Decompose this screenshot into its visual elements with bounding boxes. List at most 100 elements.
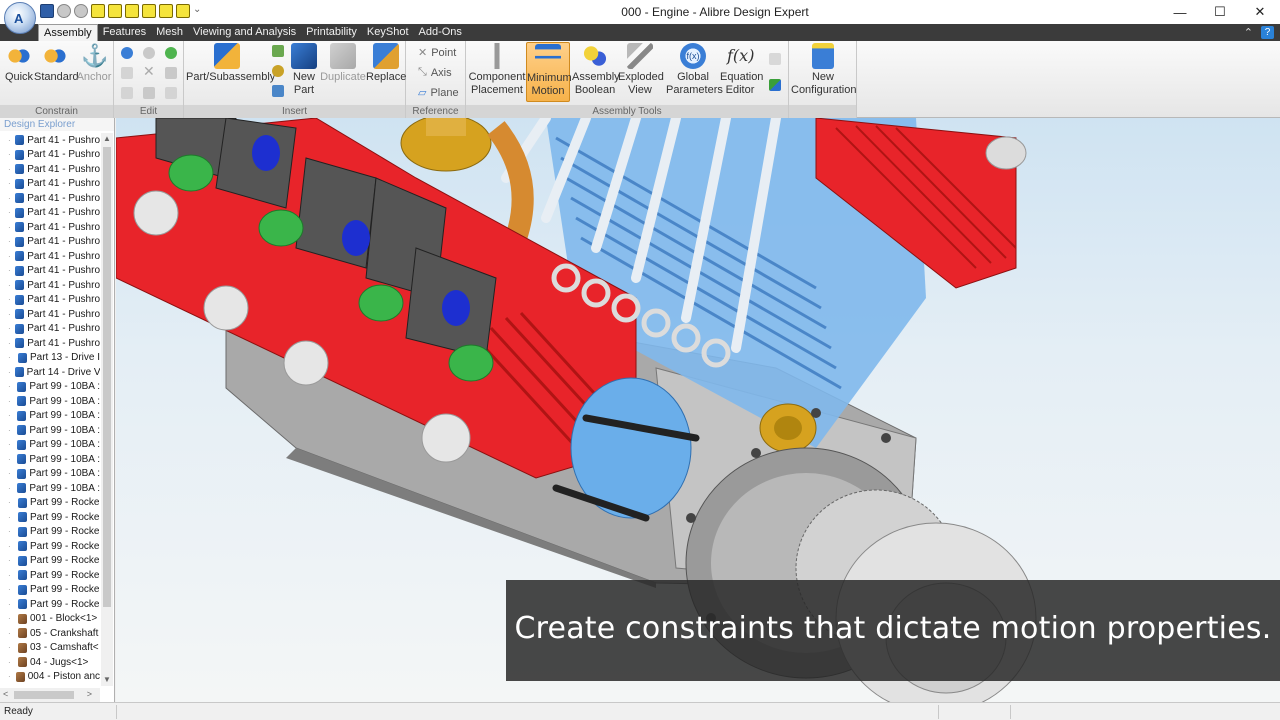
assembly-boolean-button[interactable]: Assembly Boolean xyxy=(572,43,620,97)
scroll-down-icon[interactable]: ▼ xyxy=(101,674,113,686)
collapse-ribbon-icon[interactable]: ⌃ xyxy=(1244,26,1253,39)
edit-show-icon[interactable] xyxy=(165,47,177,59)
help-icon[interactable]: ? xyxy=(1261,26,1274,39)
tree-item[interactable]: · Part 99 - Rocke xyxy=(0,496,100,511)
tree-item[interactable]: · Part 41 - Pushro xyxy=(0,177,100,192)
tab-features[interactable]: Features xyxy=(98,24,151,41)
tree-item[interactable]: · Part 41 - Pushro xyxy=(0,307,100,322)
point-button[interactable]: ✕ Point xyxy=(418,46,456,60)
insert-mirror-icon[interactable] xyxy=(272,85,284,97)
tree-connector: · xyxy=(8,222,11,232)
app-logo-icon[interactable]: A xyxy=(4,2,36,34)
tree-item[interactable]: · Part 99 - 10BA : xyxy=(0,452,100,467)
tree-item[interactable]: · 001 - Block<1> xyxy=(0,612,100,627)
scroll-left-icon[interactable]: < xyxy=(3,689,8,699)
edit-hide-icon[interactable] xyxy=(143,47,155,59)
tree-item[interactable]: · Part 99 - 10BA : xyxy=(0,409,100,424)
tree-item[interactable]: · Part 41 - Pushro xyxy=(0,220,100,235)
tab-mesh[interactable]: Mesh xyxy=(151,24,188,41)
edit-copy-icon[interactable] xyxy=(121,67,133,79)
plane-button[interactable]: ▱ Plane xyxy=(418,86,459,100)
tree-item-label: Part 99 - Rocke xyxy=(30,584,100,596)
tree-item[interactable]: · Part 14 - Drive V xyxy=(0,365,100,380)
tree-item[interactable]: · Part 41 - Pushro xyxy=(0,264,100,279)
tree-horizontal-scrollbar[interactable]: < > xyxy=(0,688,100,702)
exploded-view-button[interactable]: Exploded View xyxy=(618,43,664,97)
tree-item[interactable]: · Part 99 - Rocke xyxy=(0,554,100,569)
tab-add-ons[interactable]: Add-Ons xyxy=(414,24,467,41)
tree-item[interactable]: · 004 - Piston anc xyxy=(0,670,100,685)
part-subassembly-button[interactable]: Part/Subassembly xyxy=(186,43,275,84)
tree-item[interactable]: · Part 41 - Pushro xyxy=(0,148,100,163)
tree-item[interactable]: · Part 99 - 10BA : xyxy=(0,467,100,482)
new-configuration-button[interactable]: New Configuration xyxy=(791,43,856,97)
tree-scroll-thumb[interactable] xyxy=(103,147,111,607)
tree-item[interactable]: · Part 99 - 10BA : xyxy=(0,380,100,395)
minimum-motion-icon xyxy=(535,44,561,70)
assembly-tool-disabled-icon[interactable] xyxy=(769,53,781,65)
edit-lock-icon[interactable] xyxy=(143,87,155,99)
tree-item[interactable]: · Part 41 - Pushro xyxy=(0,206,100,221)
edit-suppress-icon[interactable] xyxy=(121,87,133,99)
tree-item[interactable]: · Part 41 - Pushro xyxy=(0,133,100,148)
component-placement-button[interactable]: Component Placement xyxy=(468,43,526,97)
tree-item[interactable]: · Part 41 - Pushro xyxy=(0,278,100,293)
tree-item-label: Part 41 - Pushro xyxy=(27,192,100,204)
tree-item-label: Part 99 - Rocke xyxy=(30,598,100,610)
assembly-tool-color-icon[interactable] xyxy=(769,79,781,91)
tree-item[interactable]: · Part 41 - Pushro xyxy=(0,191,100,206)
global-parameters-button[interactable]: f(x) Global Parameters xyxy=(666,43,723,97)
tree-item[interactable]: · Part 13 - Drive I xyxy=(0,351,100,366)
tab-keyshot[interactable]: KeyShot xyxy=(362,24,414,41)
part-icon xyxy=(15,309,25,320)
standard-button[interactable]: Standard xyxy=(34,43,79,84)
tree-item[interactable]: · Part 99 - Rocke xyxy=(0,525,100,540)
tree-item[interactable]: · 04 - Jugs<1> xyxy=(0,655,100,670)
tree-hscroll-thumb[interactable] xyxy=(14,691,74,699)
tree-item[interactable]: · Part 99 - 10BA : xyxy=(0,438,100,453)
tab-printability[interactable]: Printability xyxy=(301,24,362,41)
insert-pattern-icon[interactable] xyxy=(272,45,284,57)
tree-item-label: Part 99 - Rocke xyxy=(30,555,100,567)
close-button[interactable]: ✕ xyxy=(1240,0,1280,24)
tree-item[interactable]: · Part 41 - Pushro xyxy=(0,249,100,264)
scroll-right-icon[interactable]: > xyxy=(87,689,92,699)
tree-item[interactable]: · Part 99 - Rocke xyxy=(0,510,100,525)
tree-vertical-scrollbar[interactable]: ▲ ▼ xyxy=(101,133,113,686)
equation-editor-button[interactable]: f(x) Equation Editor xyxy=(720,43,763,97)
tree-item[interactable]: · Part 99 - 10BA : xyxy=(0,423,100,438)
new-part-button[interactable]: New Part xyxy=(288,43,320,97)
tab-viewing-and-analysis[interactable]: Viewing and Analysis xyxy=(188,24,301,41)
edit-delete-icon[interactable]: ✕ xyxy=(143,64,155,78)
axis-button[interactable]: ⤡ Axis xyxy=(418,66,452,79)
duplicate-button[interactable]: Duplicate xyxy=(320,43,366,84)
tree-item[interactable]: · Part 99 - Rocke xyxy=(0,539,100,554)
tree-item[interactable]: · Part 41 - Pushro xyxy=(0,162,100,177)
minimize-button[interactable]: — xyxy=(1160,0,1200,24)
quick-button[interactable]: Quick xyxy=(4,43,34,84)
maximize-button[interactable]: ☐ xyxy=(1200,0,1240,24)
minimum-motion-button[interactable]: Minimum Motion xyxy=(526,42,572,102)
tree-item[interactable]: · 05 - Crankshaft xyxy=(0,626,100,641)
part-icon xyxy=(17,454,27,465)
3d-viewport[interactable]: Create constraints that dictate motion p… xyxy=(116,118,1280,702)
tree-item[interactable]: · Part 99 - Rocke xyxy=(0,597,100,612)
tree-item[interactable]: · Part 99 - Rocke xyxy=(0,583,100,598)
edit-flip-icon[interactable] xyxy=(165,87,177,99)
tree-item[interactable]: · Part 41 - Pushro xyxy=(0,293,100,308)
tab-assembly[interactable]: Assembly xyxy=(38,24,98,41)
tree-item[interactable]: · Part 41 - Pushro xyxy=(0,235,100,250)
edit-properties-icon[interactable] xyxy=(165,67,177,79)
insert-gear-icon[interactable] xyxy=(272,65,284,77)
tree-item[interactable]: · Part 41 - Pushro xyxy=(0,322,100,337)
tree-item[interactable]: · Part 99 - 10BA : xyxy=(0,394,100,409)
tree-item[interactable]: · Part 99 - 10BA : xyxy=(0,481,100,496)
edit-select-icon[interactable] xyxy=(121,47,133,59)
scroll-up-icon[interactable]: ▲ xyxy=(101,133,113,145)
tree-item[interactable]: · Part 41 - Pushro xyxy=(0,336,100,351)
tree-connector: · xyxy=(8,295,11,305)
anchor-button[interactable]: ⚓ Anchor xyxy=(76,43,112,84)
tree-item[interactable]: · 03 - Camshaft< xyxy=(0,641,100,656)
replace-button[interactable]: Replace xyxy=(366,43,406,84)
tree-item[interactable]: · Part 99 - Rocke xyxy=(0,568,100,583)
